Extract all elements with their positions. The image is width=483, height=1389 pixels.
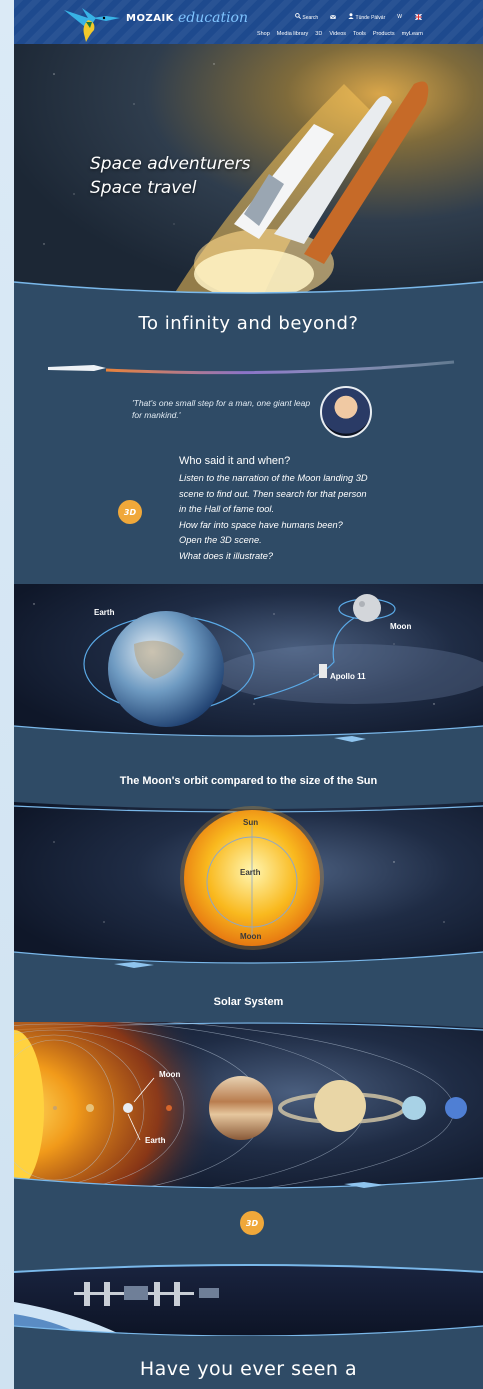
search-link[interactable]: Search (295, 13, 318, 21)
nav-products[interactable]: Products (373, 31, 395, 37)
question-heading: Who said it and when? (179, 455, 291, 467)
sun-caption: The Moon's orbit compared to the size of… (119, 775, 378, 787)
moon-label: Moon (159, 1070, 181, 1079)
main-nav: Shop Media library 3D Videos Tools Produ… (257, 31, 423, 37)
3d-scene-button[interactable]: 3D (240, 1211, 264, 1235)
user-name: Tünde Pálvár (355, 15, 386, 21)
nav-mylearn[interactable]: myLearn (402, 31, 423, 37)
apollo-label: Apollo 11 (330, 672, 366, 681)
3d-scene-button[interactable]: 3D (118, 500, 142, 524)
search-icon (295, 13, 301, 19)
space-station-illustration (14, 1262, 483, 1336)
nav-media-library[interactable]: Media library (277, 31, 308, 37)
nav-tools[interactable]: Tools (353, 31, 366, 37)
intro-heading: To infinity and beyond? (138, 313, 359, 334)
sun-illustration (14, 802, 483, 974)
brand-suffix[interactable]: education (178, 10, 248, 26)
brand-name[interactable]: MOZAIK (126, 13, 174, 24)
sun-moon-orbit-scene[interactable]: Sun Earth Moon (14, 802, 483, 974)
mail-icon[interactable] (330, 14, 337, 20)
question-line: scene to find out. Then search for that … (179, 488, 367, 499)
page: MOZAIK education Search Tünde Pálvár W S… (14, 0, 483, 1389)
sun-label: Sun (243, 818, 259, 827)
hero-banner: Space adventurers Space travel (14, 44, 483, 294)
earth-label: Earth (94, 608, 115, 617)
nav-videos[interactable]: Videos (329, 31, 346, 37)
user-icon (348, 13, 354, 19)
earth-label: Earth (145, 1136, 166, 1145)
question-line: Open the 3D scene. (179, 535, 262, 545)
question-line: in the Hall of fame tool. (179, 504, 275, 514)
solar-system-illustration (14, 1022, 483, 1198)
rocket-divider-illustration (48, 360, 455, 375)
hero-title: Space adventurers Space travel (90, 152, 250, 200)
armstrong-quote: 'That's one small step for a man, one gi… (132, 398, 311, 420)
hero-title-line1: Space adventurers (90, 154, 251, 174)
question-line: How far into space have humans been? (179, 519, 343, 530)
search-label: Search (302, 15, 319, 21)
space-station-scene[interactable] (14, 1262, 483, 1336)
uk-flag-icon[interactable] (414, 14, 423, 20)
user-menu[interactable]: Tünde Pálvár (348, 13, 385, 21)
bottom-heading: Have you ever seen a (139, 1358, 358, 1380)
nav-shop[interactable]: Shop (257, 31, 270, 37)
moon-label: Moon (240, 932, 262, 941)
moon-label: Moon (390, 622, 412, 631)
hummingbird-logo-icon[interactable] (62, 4, 124, 44)
site-header: MOZAIK education Search Tünde Pálvár W S… (14, 0, 483, 44)
language-code[interactable]: W (397, 14, 402, 20)
earth-moon-orbit-illustration (14, 594, 483, 746)
hero-title-line2: Space travel (90, 178, 197, 198)
solar-system-scene[interactable]: Moon Earth (14, 1022, 483, 1198)
question-line: What does it illustrate? (179, 550, 274, 561)
header-utility-row: Search Tünde Pálvár W (295, 13, 423, 21)
solar-caption: Solar System (213, 996, 284, 1008)
nav-3d[interactable]: 3D (315, 31, 322, 37)
astronaut-avatar (320, 386, 372, 438)
question-text: Listen to the narration of the Moon land… (179, 471, 429, 564)
question-line: Listen to the narration of the Moon land… (179, 473, 368, 483)
earth-label: Earth (240, 868, 261, 877)
moon-landing-scene[interactable]: Earth Moon Apollo 11 (14, 584, 483, 746)
